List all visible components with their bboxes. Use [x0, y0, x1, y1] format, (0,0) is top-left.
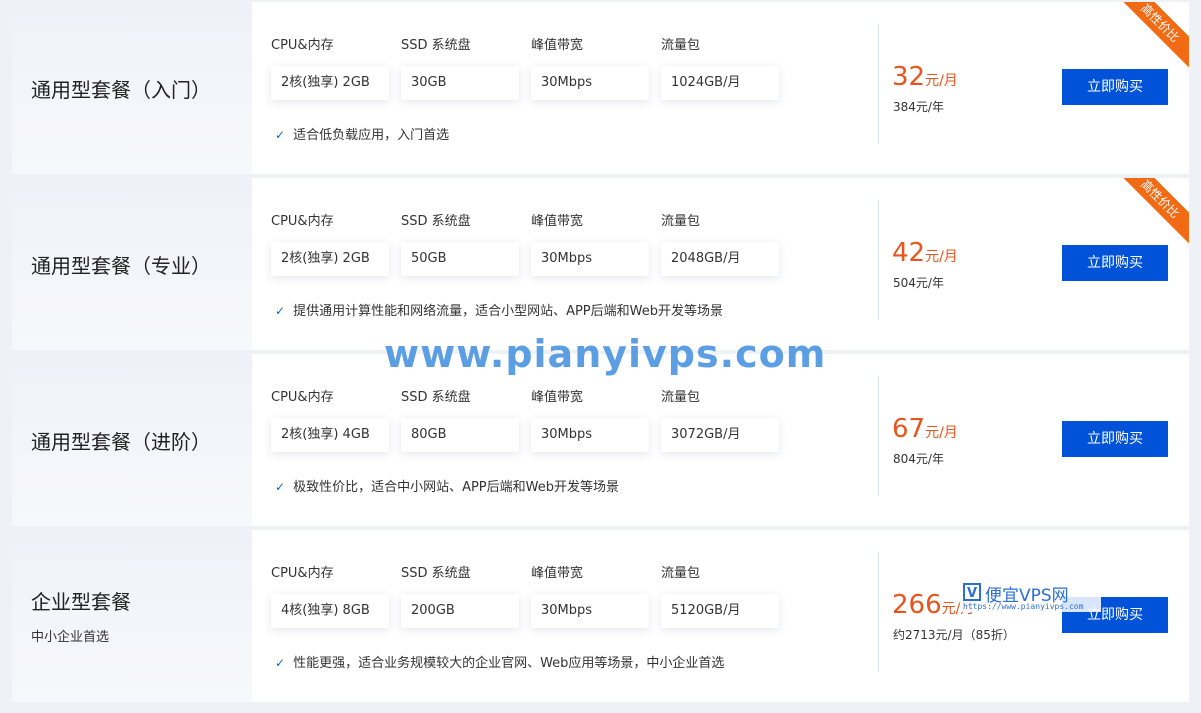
- plan-name: 通用型套餐（进阶）: [31, 430, 211, 454]
- watermark-url: https://www.pianyivps.com: [963, 602, 1084, 611]
- price-number: 266: [892, 590, 942, 620]
- spec-bandwidth-value: 30Mbps: [531, 594, 649, 628]
- divider: [878, 200, 879, 320]
- plan-header: 企业型套餐 中小企业首选: [12, 530, 252, 702]
- price-number: 42: [892, 238, 926, 268]
- yearly-price: 384元/年: [893, 100, 944, 114]
- feature-text: 极致性价比，适合中小网站、APP后端和Web开发等场景: [293, 480, 619, 495]
- monthly-price: 42元/月: [892, 238, 958, 268]
- feature-line: ✓ 适合低负载应用，入门首选: [275, 124, 449, 143]
- buy-now-button[interactable]: 立即购买: [1062, 421, 1168, 457]
- plan-card: 通用型套餐（进阶） CPU&内存 SSD 系统盘 峰值带宽 流量包 2核(独享)…: [12, 354, 1189, 526]
- yearly-price: 804元/年: [893, 452, 944, 466]
- watermark-text: www.pianyivps.com: [384, 332, 827, 376]
- spec-header-ssd: SSD 系统盘: [401, 390, 471, 405]
- price-unit: 元/月: [925, 249, 958, 265]
- check-icon: ✓: [275, 304, 286, 318]
- monthly-price: 32元/月: [892, 62, 958, 92]
- feature-line: ✓ 性能更强，适合业务规模较大的企业官网、Web应用等场景，中小企业首选: [275, 652, 724, 671]
- spec-cpu-value: 4核(独享) 8GB: [271, 594, 389, 628]
- plan-header: 通用型套餐（入门）: [12, 2, 252, 174]
- divider: [878, 552, 879, 672]
- spec-header-ssd: SSD 系统盘: [401, 566, 471, 581]
- plan-header: 通用型套餐（专业）: [12, 178, 252, 350]
- yearly-price: 504元/年: [893, 276, 944, 290]
- buy-now-button[interactable]: 立即购买: [1062, 69, 1168, 105]
- spec-header-cpu: CPU&内存: [271, 214, 334, 229]
- price-number: 32: [892, 62, 926, 92]
- spec-bandwidth-value: 30Mbps: [531, 242, 649, 276]
- spec-header-traffic: 流量包: [661, 566, 701, 581]
- divider: [878, 24, 879, 144]
- spec-traffic-value: 3072GB/月: [661, 418, 779, 452]
- check-icon: ✓: [275, 128, 286, 142]
- spec-header-traffic: 流量包: [661, 38, 701, 53]
- plan-card: 企业型套餐 中小企业首选 CPU&内存 SSD 系统盘 峰值带宽 流量包 4核(…: [12, 530, 1189, 702]
- feature-text: 提供通用计算性能和网络流量，适合小型网站、APP后端和Web开发等场景: [293, 304, 723, 319]
- feature-text: 适合低负载应用，入门首选: [293, 128, 450, 143]
- spec-ssd-value: 80GB: [401, 418, 519, 452]
- spec-header-cpu: CPU&内存: [271, 38, 334, 53]
- brand-logo-icon: V: [963, 583, 981, 601]
- plan-name: 通用型套餐（入门）: [31, 78, 211, 102]
- yearly-price: 约2713元/月（85折）: [893, 628, 1015, 642]
- spec-header-cpu: CPU&内存: [271, 566, 334, 581]
- plan-subtitle: 中小企业首选: [31, 630, 110, 645]
- spec-bandwidth-value: 30Mbps: [531, 66, 649, 100]
- spec-header-ssd: SSD 系统盘: [401, 38, 471, 53]
- spec-cpu-value: 2核(独享) 2GB: [271, 242, 389, 276]
- spec-bandwidth-value: 30Mbps: [531, 418, 649, 452]
- divider: [878, 376, 879, 496]
- check-icon: ✓: [275, 480, 286, 494]
- price-number: 67: [892, 414, 926, 444]
- spec-header-bandwidth: 峰值带宽: [531, 38, 584, 53]
- spec-header-bandwidth: 峰值带宽: [531, 566, 584, 581]
- spec-header-bandwidth: 峰值带宽: [531, 390, 584, 405]
- spec-traffic-value: 5120GB/月: [661, 594, 779, 628]
- plan-card: 通用型套餐（入门） CPU&内存 SSD 系统盘 峰值带宽 流量包 2核(独享)…: [12, 2, 1189, 174]
- spec-ssd-value: 50GB: [401, 242, 519, 276]
- feature-text: 性能更强，适合业务规模较大的企业官网、Web应用等场景，中小企业首选: [293, 656, 725, 671]
- spec-header-traffic: 流量包: [661, 214, 701, 229]
- spec-header-ssd: SSD 系统盘: [401, 214, 471, 229]
- spec-traffic-value: 2048GB/月: [661, 242, 779, 276]
- value-badge: 高性价比: [1113, 2, 1189, 70]
- buy-now-button[interactable]: 立即购买: [1062, 245, 1168, 281]
- price-unit: 元/月: [925, 73, 958, 89]
- spec-cpu-value: 2核(独享) 4GB: [271, 418, 389, 452]
- price-unit: 元/月: [925, 425, 958, 441]
- spec-ssd-value: 30GB: [401, 66, 519, 100]
- spec-header-bandwidth: 峰值带宽: [531, 214, 584, 229]
- spec-header-traffic: 流量包: [661, 390, 701, 405]
- monthly-price: 67元/月: [892, 414, 958, 444]
- watermark-logo: V 便宜VPS网 https://www.pianyivps.com: [961, 582, 1101, 612]
- feature-line: ✓ 极致性价比，适合中小网站、APP后端和Web开发等场景: [275, 476, 619, 495]
- spec-traffic-value: 1024GB/月: [661, 66, 779, 100]
- plan-card: 通用型套餐（专业） CPU&内存 SSD 系统盘 峰值带宽 流量包 2核(独享)…: [12, 178, 1189, 350]
- plan-name: 企业型套餐: [31, 590, 131, 614]
- plan-header: 通用型套餐（进阶）: [12, 354, 252, 526]
- spec-cpu-value: 2核(独享) 2GB: [271, 66, 389, 100]
- plan-name: 通用型套餐（专业）: [31, 254, 211, 278]
- value-badge: 高性价比: [1113, 178, 1189, 246]
- check-icon: ✓: [275, 656, 286, 670]
- spec-header-cpu: CPU&内存: [271, 390, 334, 405]
- spec-ssd-value: 200GB: [401, 594, 519, 628]
- feature-line: ✓ 提供通用计算性能和网络流量，适合小型网站、APP后端和Web开发等场景: [275, 300, 723, 319]
